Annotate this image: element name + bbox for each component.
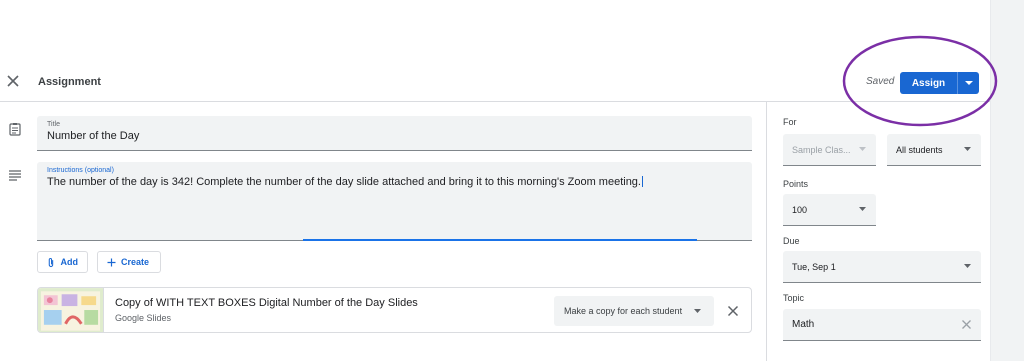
instructions-value: The number of the day is 342! Complete t… bbox=[47, 176, 643, 188]
plus-icon bbox=[107, 258, 116, 266]
notes-icon bbox=[9, 170, 21, 181]
due-value: Tue, Sep 1 bbox=[792, 261, 836, 272]
students-select[interactable]: All students bbox=[887, 134, 981, 166]
topic-select[interactable]: Math bbox=[783, 309, 981, 341]
assign-button[interactable]: Assign bbox=[900, 72, 957, 94]
add-label: Add bbox=[60, 257, 79, 267]
topic-value: Math bbox=[792, 319, 815, 330]
assignment-icon bbox=[9, 123, 21, 136]
close-icon[interactable] bbox=[4, 72, 22, 90]
right-scroll-region bbox=[990, 0, 1024, 361]
points-label: Points bbox=[783, 179, 809, 189]
add-button[interactable]: Add bbox=[37, 251, 88, 273]
header-bar: Assignment Saved Assign bbox=[0, 64, 990, 102]
points-select[interactable]: 100 bbox=[783, 194, 876, 226]
main-content: Title Number of the Day Instructions (op… bbox=[0, 102, 766, 361]
saved-status: Saved bbox=[866, 76, 895, 87]
sharing-select[interactable]: Make a copy for each student bbox=[554, 296, 714, 326]
caret-down-icon bbox=[694, 309, 701, 313]
for-label: For bbox=[783, 117, 797, 127]
slides-thumbnail bbox=[38, 288, 104, 332]
assign-dropdown-button[interactable] bbox=[957, 72, 979, 94]
due-label: Due bbox=[783, 236, 800, 246]
create-label: Create bbox=[121, 257, 150, 267]
topic-label: Topic bbox=[783, 293, 805, 303]
attachment-card[interactable]: Copy of WITH TEXT BOXES Digital Number o… bbox=[37, 287, 752, 333]
create-button[interactable]: Create bbox=[97, 251, 161, 273]
instructions-field[interactable]: Instructions (optional) The number of th… bbox=[37, 162, 752, 241]
paperclip-icon bbox=[48, 257, 54, 267]
caret-down-icon bbox=[859, 207, 866, 211]
caret-down-icon bbox=[859, 147, 866, 151]
remove-attachment-icon[interactable] bbox=[725, 303, 741, 319]
caret-down-icon bbox=[964, 147, 971, 151]
instructions-label: Instructions (optional) bbox=[47, 167, 114, 174]
points-value: 100 bbox=[792, 204, 808, 215]
text-cursor bbox=[641, 176, 643, 187]
sharing-value: Make a copy for each student bbox=[564, 306, 683, 316]
class-select[interactable]: Sample Clas... bbox=[783, 134, 876, 166]
students-value: All students bbox=[896, 144, 943, 155]
attachment-type: Google Slides bbox=[115, 313, 172, 323]
attachment-title: Copy of WITH TEXT BOXES Digital Number o… bbox=[115, 297, 418, 309]
due-select[interactable]: Tue, Sep 1 bbox=[783, 251, 981, 283]
class-value: Sample Clas... bbox=[792, 144, 851, 155]
caret-down-icon bbox=[964, 80, 973, 85]
assign-button-group: Assign bbox=[900, 72, 979, 94]
title-label: Title bbox=[47, 121, 60, 128]
clear-topic-icon[interactable] bbox=[961, 319, 972, 330]
settings-panel: For Sample Clas... All students Points 1… bbox=[766, 102, 990, 361]
focus-underline bbox=[303, 239, 697, 241]
title-field[interactable]: Title Number of the Day bbox=[37, 116, 752, 151]
caret-down-icon bbox=[964, 264, 971, 268]
page-title: Assignment bbox=[38, 76, 101, 88]
title-value: Number of the Day bbox=[47, 130, 140, 142]
